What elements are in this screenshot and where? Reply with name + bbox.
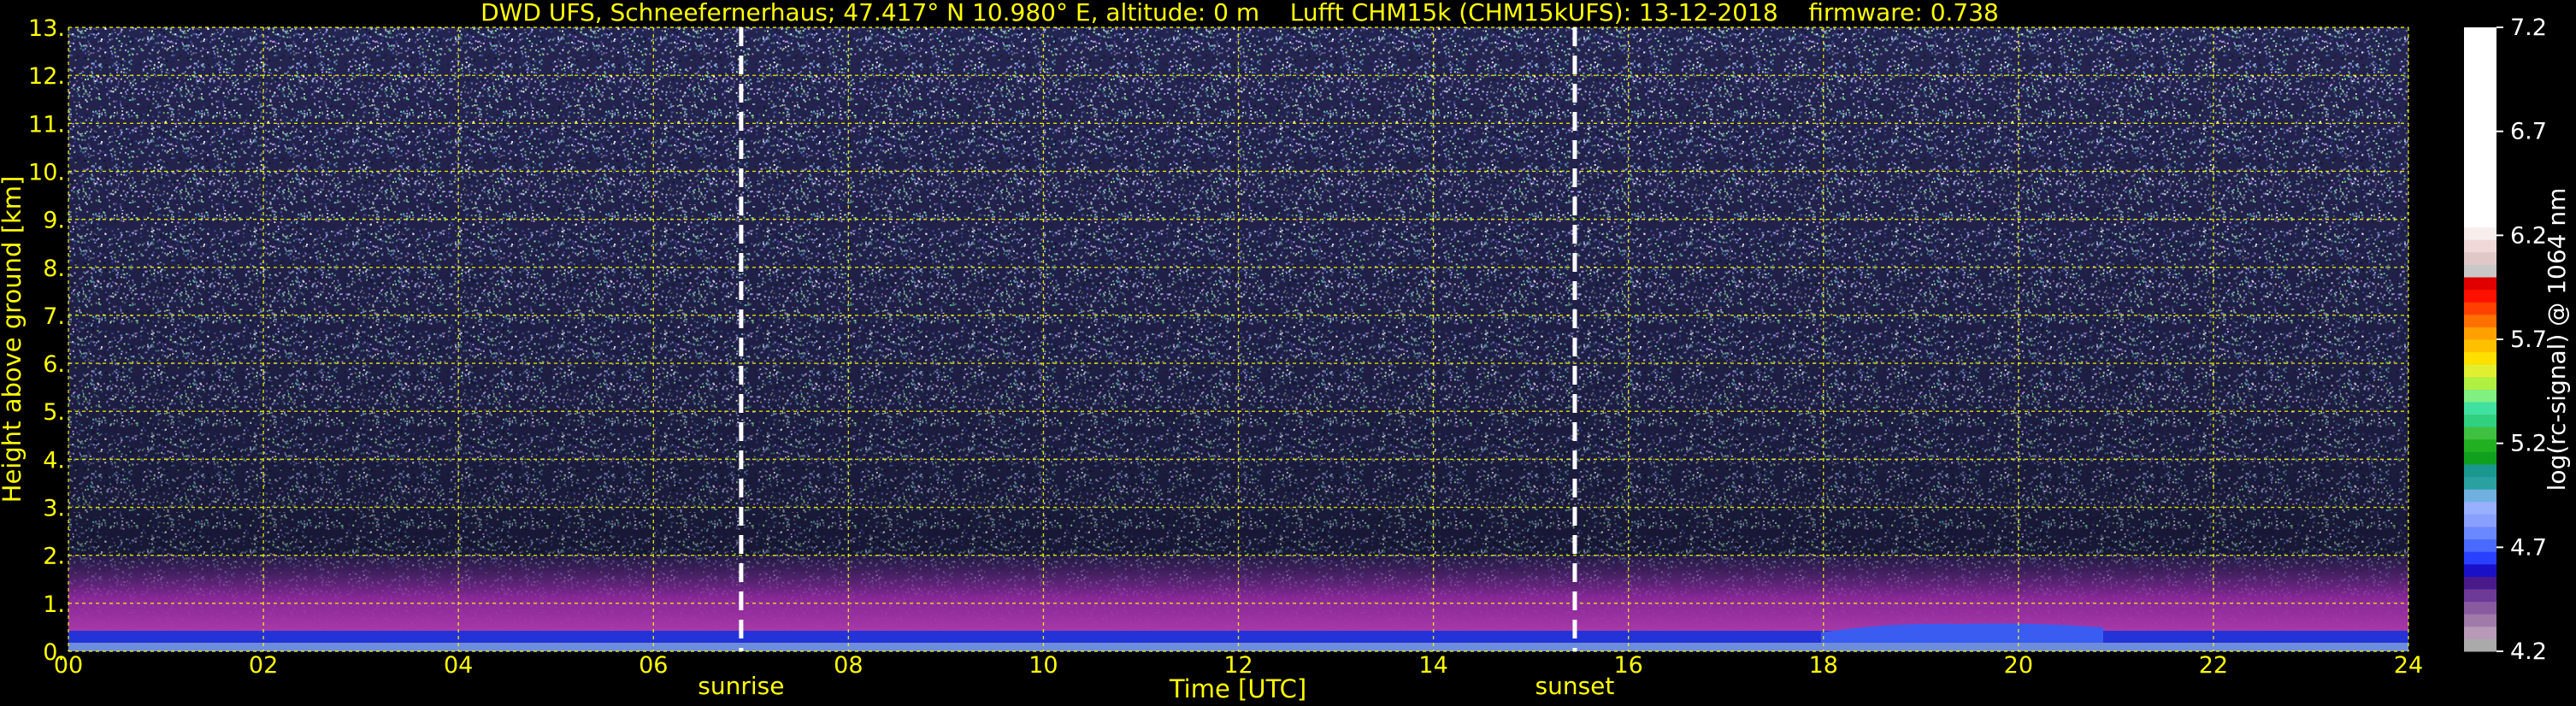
colorbar-swatch xyxy=(2464,289,2496,303)
colorbar-tick-label: 4.2 xyxy=(2510,638,2547,665)
colorbar-swatch xyxy=(2464,351,2496,365)
colorbar-swatch xyxy=(2464,626,2496,639)
colorbar-swatch xyxy=(2464,402,2496,415)
y-tick-label: 4. xyxy=(43,447,65,474)
colorbar-swatch xyxy=(2464,376,2496,390)
colorbar-swatch xyxy=(2464,339,2496,353)
colorbar-tick-label: 5.2 xyxy=(2510,431,2547,457)
colorbar-tick-label: 4.7 xyxy=(2510,534,2547,561)
colorbar-swatch xyxy=(2464,364,2496,378)
colorbar-swatch xyxy=(2464,638,2496,652)
colorbar-swatch xyxy=(2464,451,2496,465)
x-tick-label: 14 xyxy=(1418,652,1447,679)
colorbar-ticks: 4.2 4.7 5.2 5.7 6.2 6.7 7.2 xyxy=(2496,15,2547,665)
aerosol-layer xyxy=(68,556,2408,632)
y-tick-label: 9. xyxy=(43,208,65,234)
colorbar-swatch xyxy=(2464,476,2496,490)
y-axis-label: Height above ground [km] xyxy=(0,176,27,503)
colorbar-swatch xyxy=(2464,277,2496,291)
chart-title: DWD UFS, Schneefernerhaus; 47.417° N 10.… xyxy=(480,0,1999,26)
colorbar-swatch xyxy=(2464,614,2496,627)
colorbar-swatch xyxy=(2464,438,2496,452)
colorbar-swatch xyxy=(2464,239,2496,253)
y-tick-label: 12. xyxy=(28,63,65,90)
x-tick-label: 20 xyxy=(2004,652,2033,679)
x-tick-label: 06 xyxy=(639,652,668,679)
event-label: sunset xyxy=(1536,672,1615,700)
x-axis-label: Time [UTC] xyxy=(1169,674,1306,703)
colorbar-swatch xyxy=(2464,302,2496,315)
y-tick-label: 2. xyxy=(43,544,65,570)
colorbar-swatch xyxy=(2464,251,2496,265)
y-axis-ticks: 0.1.2.3.4.5.6.7.8.9.10.11.12.13. xyxy=(28,15,65,666)
ceilometer-chart: DWD UFS, Schneefernerhaus; 47.417° N 10.… xyxy=(0,0,2571,703)
y-tick-label: 3. xyxy=(43,496,65,522)
colorbar-swatch xyxy=(2464,327,2496,340)
colorbar-swatch xyxy=(2464,264,2496,278)
y-tick-label: 1. xyxy=(43,591,65,618)
y-tick-label: 11. xyxy=(28,111,65,138)
y-tick-label: 10. xyxy=(28,159,65,185)
x-tick-label: 16 xyxy=(1613,652,1642,679)
colorbar-swatch xyxy=(2464,551,2496,565)
colorbar-swatch xyxy=(2464,527,2496,540)
colorbar-swatch xyxy=(2464,514,2496,527)
colorbar-tick-label: 5.7 xyxy=(2510,327,2547,353)
colorbar-swatch xyxy=(2464,427,2496,440)
colorbar-swatch xyxy=(2464,589,2496,603)
colorbar-swatch xyxy=(2464,314,2496,327)
colorbar-swatch xyxy=(2464,601,2496,615)
colorbar-swatch xyxy=(2464,464,2496,478)
colorbar-swatch xyxy=(2464,389,2496,403)
y-tick-label: 7. xyxy=(43,303,65,330)
colorbar-swatches xyxy=(2464,27,2496,652)
colorbar-tick-label: 6.2 xyxy=(2510,222,2547,249)
x-tick-label: 04 xyxy=(444,652,473,679)
event-label: sunrise xyxy=(698,672,784,700)
x-tick-label: 22 xyxy=(2199,652,2228,679)
x-tick-label: 18 xyxy=(1809,652,1838,679)
colorbar-swatch xyxy=(2464,576,2496,590)
colorbar-tick-label: 6.7 xyxy=(2510,119,2547,145)
x-tick-label: 02 xyxy=(249,652,278,679)
colorbar-label: log(rc-signal) @ 1064 nm xyxy=(2543,188,2571,491)
y-tick-label: 8. xyxy=(43,256,65,282)
x-tick-label: 24 xyxy=(2394,652,2423,679)
colorbar-swatch xyxy=(2464,501,2496,515)
x-tick-label: 00 xyxy=(54,652,83,679)
colorbar: 4.2 4.7 5.2 5.7 6.2 6.7 7.2 log(rc-signal) @ 1… xyxy=(2464,15,2571,665)
x-tick-label: 08 xyxy=(834,652,863,679)
colorbar-tick-label: 7.2 xyxy=(2510,15,2547,41)
x-tick-label: 10 xyxy=(1029,652,1058,679)
y-tick-label: 5. xyxy=(43,399,65,426)
colorbar-swatch xyxy=(2464,563,2496,577)
colorbar-swatch xyxy=(2464,227,2496,240)
y-tick-label: 13. xyxy=(28,15,65,42)
plot-area xyxy=(68,26,2409,652)
colorbar-swatch xyxy=(2464,538,2496,552)
colorbar-swatch xyxy=(2464,489,2496,503)
colorbar-swatch xyxy=(2464,414,2496,427)
colorbar-swatch xyxy=(2464,27,2496,228)
y-tick-label: 6. xyxy=(43,351,65,378)
